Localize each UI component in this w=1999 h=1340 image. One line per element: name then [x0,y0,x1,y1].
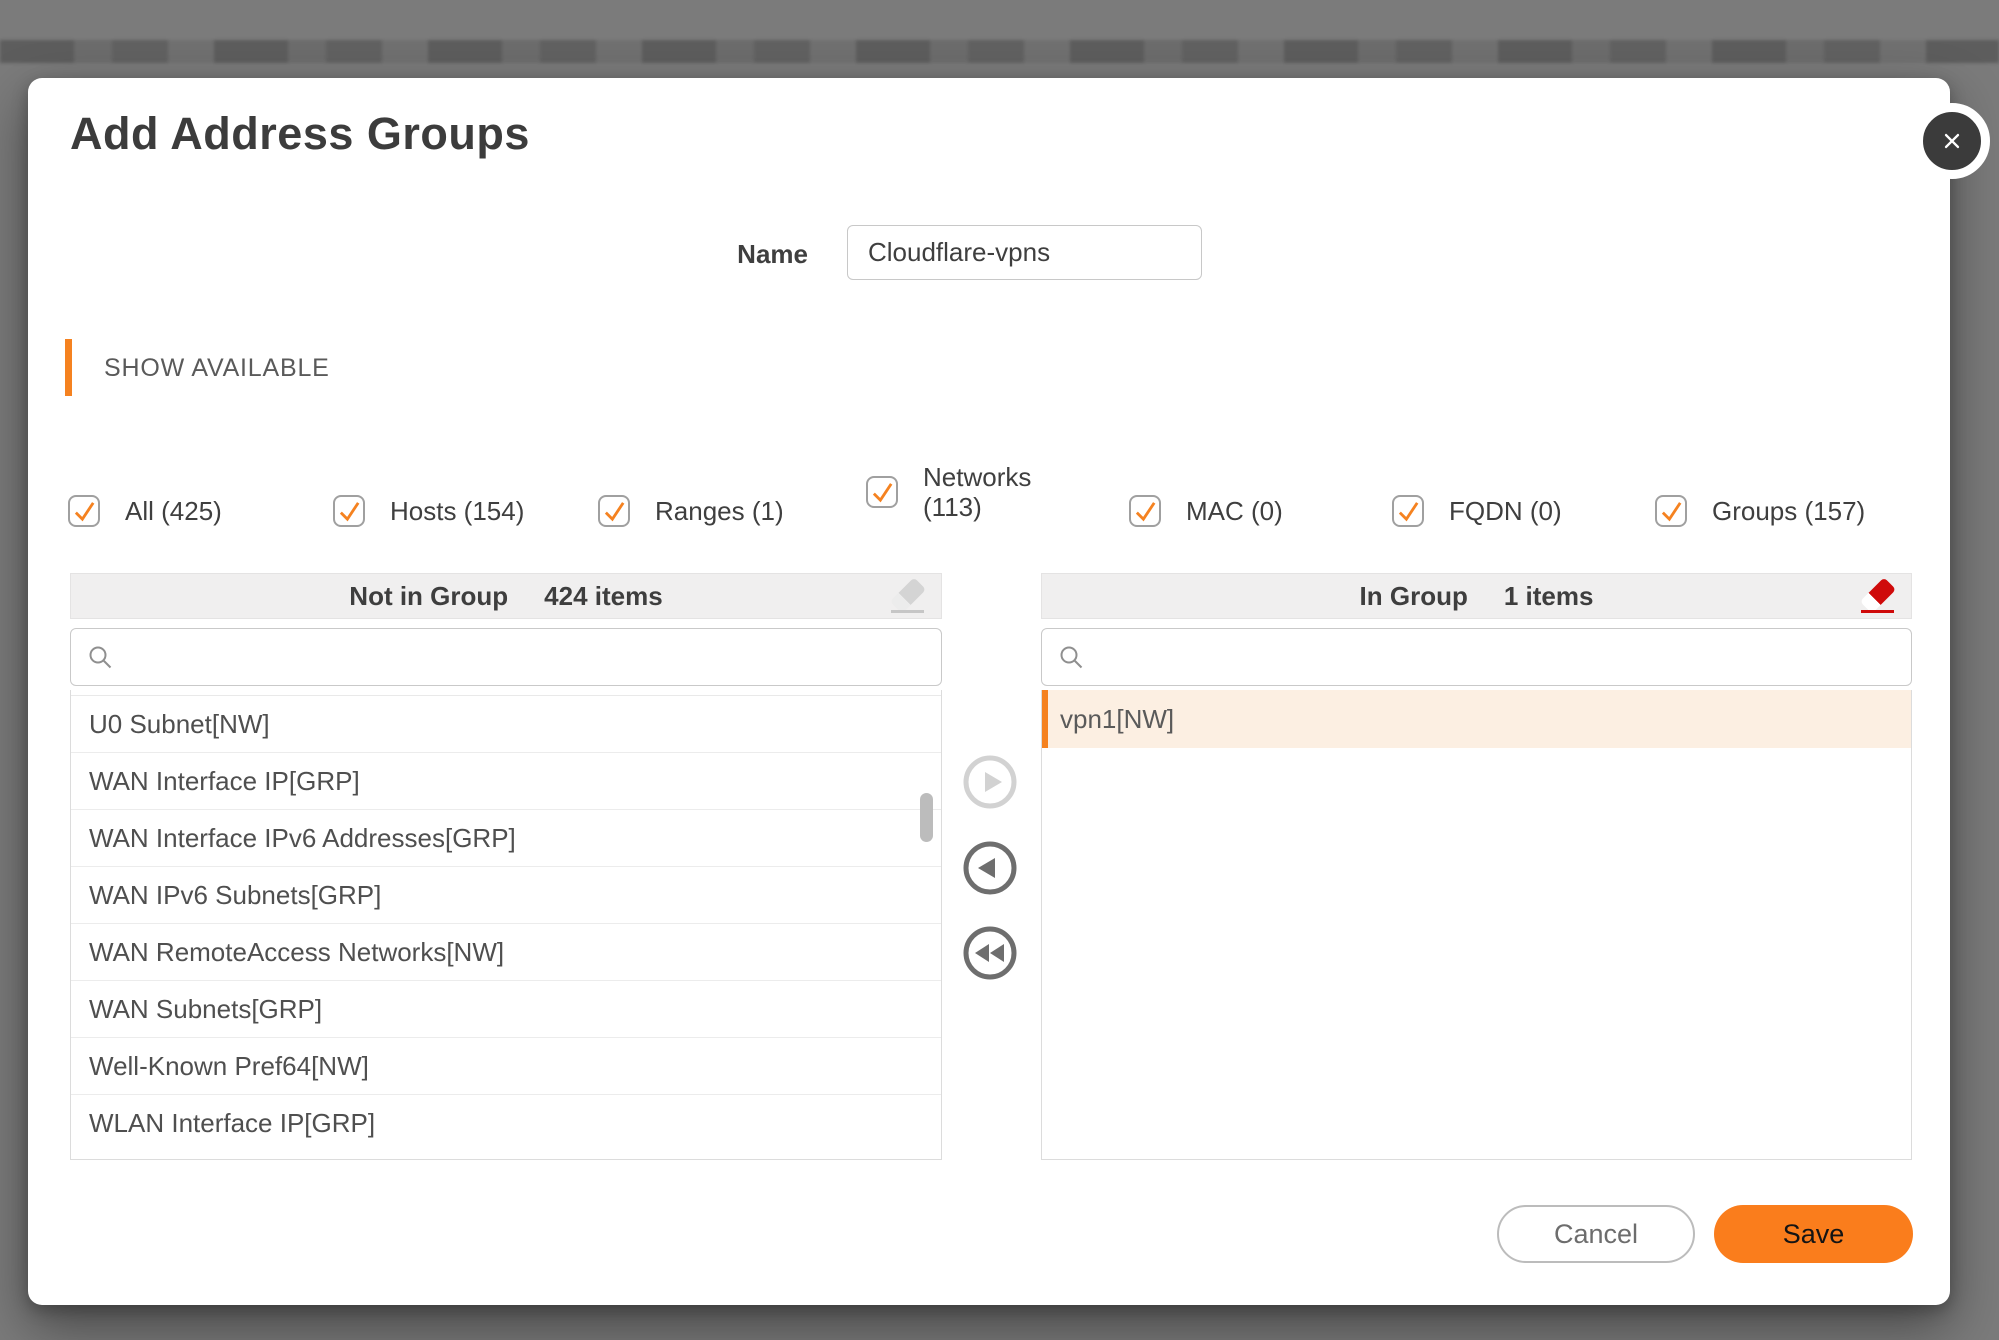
filter-label: Ranges (1) [655,496,784,526]
not-in-group-count: 424 items [544,581,663,612]
list-item[interactable]: WAN RemoteAccess Networks[NW] [71,924,941,981]
filter-checkbox-fqdn[interactable]: FQDN (0) [1392,481,1562,541]
checkbox [1392,495,1424,527]
in-group-search-input[interactable] [1095,629,1895,685]
close-button[interactable] [1914,103,1990,179]
modal-backdrop: Add Address Groups Name SHOW AVAILABLE A… [0,0,1999,1340]
double-arrow-left-icon [963,926,1017,980]
list-item[interactable]: WAN Interface IPv6 Addresses[GRP] [71,810,941,867]
move-right-button[interactable] [963,755,1017,809]
filter-checkbox-networks[interactable]: Networks(113) [866,460,1031,524]
save-button[interactable]: Save [1714,1205,1913,1263]
in-group-title: In Group [1360,581,1468,612]
filter-label: MAC (0) [1186,496,1283,526]
check-icon [71,498,97,524]
move-all-left-button[interactable] [963,926,1017,980]
check-icon [336,498,362,524]
scrollbar-thumb[interactable] [920,793,933,842]
group-name-input[interactable] [847,225,1202,280]
check-icon [1132,498,1158,524]
checkbox [1655,495,1687,527]
show-available-heading: SHOW AVAILABLE [104,354,330,383]
in-group-list: vpn1[NW] [1041,690,1912,1160]
list-item[interactable]: WAN IPv6 Subnets[GRP] [71,867,941,924]
arrow-right-icon [963,755,1017,809]
checkbox [68,495,100,527]
section-accent-bar [65,339,72,396]
list-item[interactable]: WAN Interface IP[GRP] [71,753,941,810]
not-in-group-search-input[interactable] [124,629,925,685]
filter-checkbox-ranges[interactable]: Ranges (1) [598,481,784,541]
not-in-group-header: Not in Group 424 items [70,573,942,619]
list-item-selected[interactable]: vpn1[NW] [1042,690,1911,748]
check-icon [601,498,627,524]
move-left-button[interactable] [963,841,1017,895]
filter-label: FQDN (0) [1449,496,1562,526]
checkbox [866,476,898,508]
in-group-searchbox [1041,628,1912,686]
search-icon [87,644,114,671]
in-group-header: In Group 1 items [1041,573,1912,619]
eraser-line [891,610,924,613]
list-item[interactable]: WAN Subnets[GRP] [71,981,941,1038]
not-in-group-list: U0 Subnet[NW]WAN Interface IP[GRP]WAN In… [70,690,942,1160]
checkbox [333,495,365,527]
not-in-group-panel: Not in Group 424 items U0 Subnet[NW]WAN … [70,573,942,1160]
not-in-group-title: Not in Group [349,581,508,612]
eraser-line [1861,610,1894,613]
close-icon [1939,128,1965,154]
filter-checkbox-mac[interactable]: MAC (0) [1129,481,1283,541]
checkbox [1129,495,1161,527]
add-address-groups-dialog: Add Address Groups Name SHOW AVAILABLE A… [28,78,1950,1305]
check-icon [869,479,895,505]
in-group-count: 1 items [1504,581,1594,612]
filter-label: Groups (157) [1712,496,1865,526]
not-in-group-searchbox [70,628,942,686]
eraser-body [890,577,926,613]
background-dimmed-content [0,40,1999,63]
filter-label: Networks(113) [923,462,1031,522]
filter-label: All (425) [125,496,222,526]
list-item[interactable]: Well-Known Pref64[NW] [71,1038,941,1095]
filter-checkbox-all[interactable]: All (425) [68,481,222,541]
filter-checkbox-groups[interactable]: Groups (157) [1655,481,1865,541]
in-group-panel: In Group 1 items vpn1[NW] [1041,573,1912,1160]
checkbox [598,495,630,527]
check-icon [1395,498,1421,524]
arrow-left-icon [963,841,1017,895]
check-icon [1658,498,1684,524]
list-item[interactable]: WLAN Interface IP[GRP] [71,1095,941,1152]
search-icon [1058,644,1085,671]
list-item[interactable]: U0 Subnet[NW] [71,696,941,753]
eraser-body [1860,577,1896,613]
cancel-button[interactable]: Cancel [1497,1205,1695,1263]
filter-label: Hosts (154) [390,496,524,526]
filter-checkbox-hosts[interactable]: Hosts (154) [333,481,524,541]
name-label: Name [628,238,808,270]
remove-all-icon[interactable] [1858,579,1898,614]
dialog-title: Add Address Groups [70,108,530,160]
clear-selection-icon[interactable] [888,579,928,614]
